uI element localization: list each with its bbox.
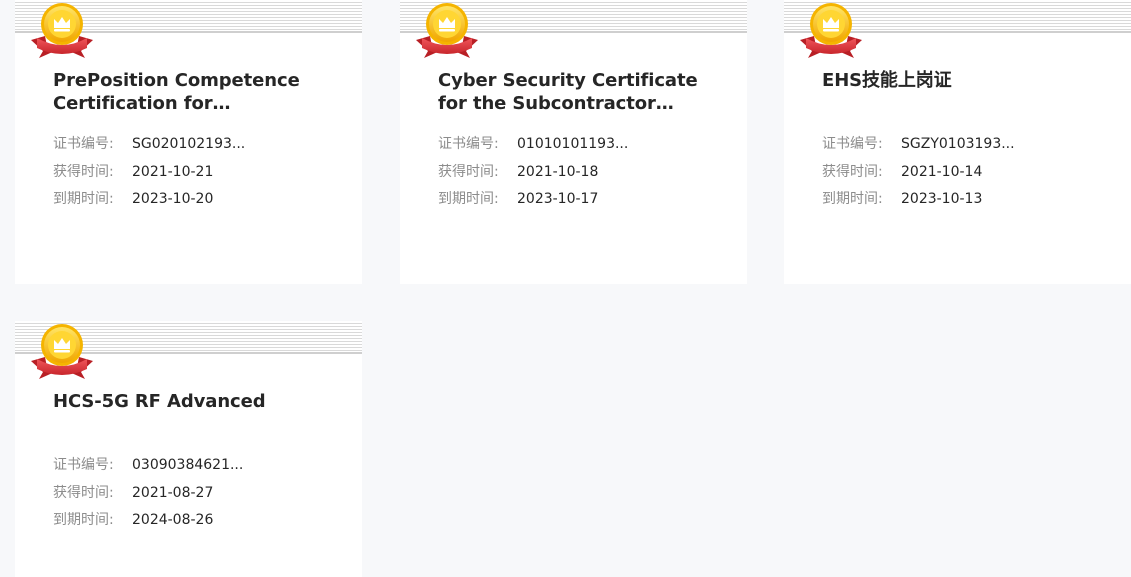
obtained-date-value: 2021-10-18 [517,163,599,180]
expiry-date-row: 到期时间: 2023-10-13 [822,188,1015,216]
cert-number-label: 证书编号: [822,136,883,152]
cert-number-label: 证书编号: [53,136,114,152]
certificate-card[interactable]: EHS技能上岗证 证书编号: SGZY0103193... 获得时间: 2021-1… [784,0,1131,284]
certificate-card[interactable]: PrePosition Competence Certification for… [15,0,362,284]
certificate-grid: PrePosition Competence Certification for… [0,0,1131,577]
certificate-info: 证书编号: SG020102193... 获得时间: 2021-10-21 到期时间… [53,133,245,216]
certificate-title[interactable]: EHS技能上岗证 [822,69,1112,92]
cert-number-value: 01010101193... [517,136,629,152]
cert-number-row: 证书编号: 03090384621... [53,454,243,482]
obtained-date-row: 获得时间: 2021-08-27 [53,482,243,510]
cert-number-row: 证书编号: SGZY0103193... [822,133,1015,161]
certificate-title[interactable]: PrePosition Competence Certification for… [53,69,343,115]
cert-number-value: SGZY0103193... [901,136,1015,152]
obtained-date-row: 获得时间: 2021-10-21 [53,161,245,189]
medal-icon [412,0,482,62]
expiry-date-value: 2024-08-26 [132,512,214,528]
certificate-info: 证书编号: 03090384621... 获得时间: 2021-08-27 到期时间… [53,454,243,537]
certificate-title[interactable]: Cyber Security Certificate for the Subco… [438,69,728,115]
obtained-date-value: 2021-08-27 [132,484,214,501]
medal-icon [27,0,97,62]
obtained-date-label: 获得时间: [822,163,883,180]
cert-number-row: 证书编号: SG020102193... [53,133,245,161]
obtained-date-row: 获得时间: 2021-10-14 [822,161,1015,189]
expiry-date-row: 到期时间: 2023-10-20 [53,188,245,216]
cert-number-label: 证书编号: [438,136,499,152]
obtained-date-label: 获得时间: [53,163,114,180]
obtained-date-value: 2021-10-14 [901,163,983,180]
certificate-card[interactable]: Cyber Security Certificate for the Subco… [400,0,747,284]
expiry-date-value: 2023-10-13 [901,191,983,207]
expiry-date-value: 2023-10-20 [132,191,214,207]
cert-number-label: 证书编号: [53,457,114,473]
expiry-date-label: 到期时间: [53,191,114,207]
obtained-date-value: 2021-10-21 [132,163,214,180]
cert-number-row: 证书编号: 01010101193... [438,133,628,161]
expiry-date-label: 到期时间: [822,191,883,207]
cert-number-value: SG020102193... [132,136,246,152]
obtained-date-row: 获得时间: 2021-10-18 [438,161,628,189]
obtained-date-label: 获得时间: [53,484,114,501]
certificate-card[interactable]: HCS-5G RF Advanced 证书编号: 03090384621... 获… [15,321,362,577]
expiry-date-row: 到期时间: 2023-10-17 [438,188,628,216]
certificate-info: 证书编号: 01010101193... 获得时间: 2021-10-18 到期时间… [438,133,628,216]
expiry-date-value: 2023-10-17 [517,191,599,207]
medal-icon [796,0,866,62]
cert-number-value: 03090384621... [132,457,244,473]
expiry-date-row: 到期时间: 2024-08-26 [53,509,243,537]
certificate-title[interactable]: HCS-5G RF Advanced [53,390,343,413]
expiry-date-label: 到期时间: [53,512,114,528]
obtained-date-label: 获得时间: [438,163,499,180]
expiry-date-label: 到期时间: [438,191,499,207]
certificate-info: 证书编号: SGZY0103193... 获得时间: 2021-10-14 到期时间… [822,133,1015,216]
medal-icon [27,321,97,383]
